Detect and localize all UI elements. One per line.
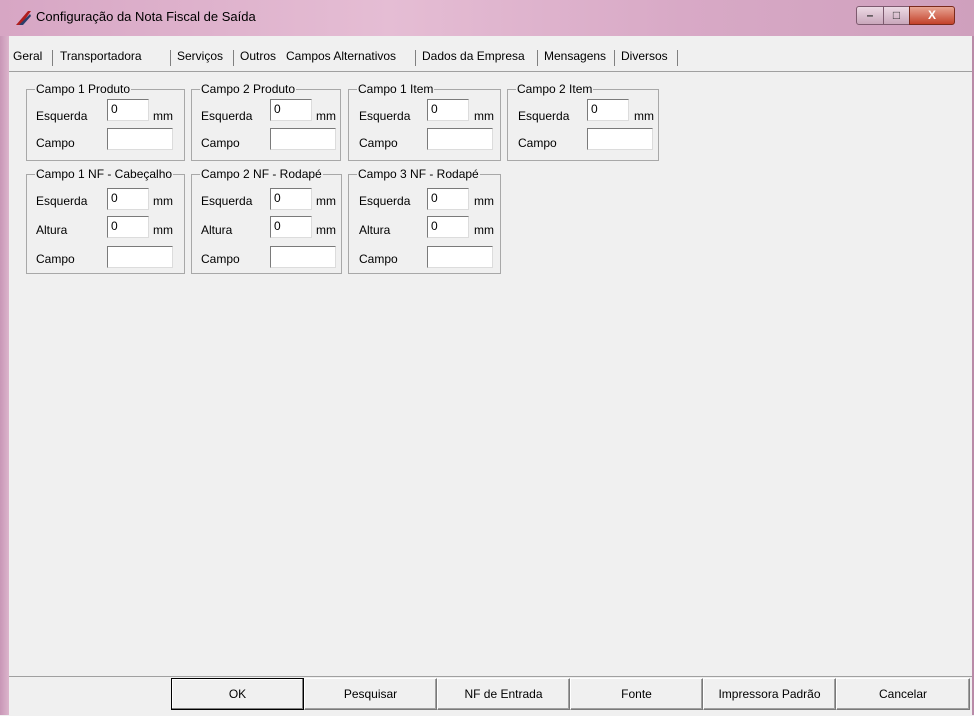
campo-input[interactable]: [427, 128, 493, 150]
label-campo: Campo: [518, 136, 557, 150]
tab-panel: [9, 71, 972, 676]
title-bar: Configuração da Nota Fiscal de Saída – □…: [0, 0, 974, 36]
campo-input[interactable]: [107, 246, 173, 268]
campo-input[interactable]: [587, 128, 653, 150]
group-title: Campo 2 NF - Rodapé: [200, 167, 323, 181]
label-esquerda: Esquerda: [359, 194, 411, 208]
tab-separator: [415, 50, 416, 66]
label-campo: Campo: [201, 252, 240, 266]
label-altura: Altura: [359, 223, 391, 237]
impressora-padrao-button[interactable]: Impressora Padrão: [703, 678, 836, 710]
maximize-icon: □: [892, 8, 901, 22]
label-campo: Campo: [201, 136, 240, 150]
close-icon: X: [927, 8, 936, 22]
label-esquerda: Esquerda: [36, 109, 88, 123]
minimize-icon: –: [866, 8, 874, 22]
label-esquerda: Esquerda: [201, 109, 253, 123]
group-campo2-produto: Campo 2 Produto Esquerda 0 mm Campo: [191, 82, 341, 161]
pesquisar-button[interactable]: Pesquisar: [304, 678, 437, 710]
tab-transportadora[interactable]: Transportadora: [60, 49, 142, 67]
tab-separator: [614, 50, 615, 66]
tab-mensagens[interactable]: Mensagens: [544, 49, 606, 67]
label-esquerda: Esquerda: [36, 194, 88, 208]
campo-input[interactable]: [107, 128, 173, 150]
esquerda-input[interactable]: 0: [587, 99, 629, 121]
esquerda-input[interactable]: 0: [270, 188, 312, 210]
campo-input[interactable]: [427, 246, 493, 268]
unit-mm: mm: [634, 109, 654, 123]
fonte-button[interactable]: Fonte: [570, 678, 703, 710]
close-button[interactable]: X: [909, 6, 955, 25]
minimize-button[interactable]: –: [856, 6, 884, 25]
altura-input[interactable]: 0: [270, 216, 312, 238]
label-esquerda: Esquerda: [518, 109, 570, 123]
group-title: Campo 1 Item: [357, 82, 435, 96]
label-campo: Campo: [36, 252, 75, 266]
label-campo: Campo: [36, 136, 75, 150]
window-left-border: [0, 36, 9, 715]
label-campo: Campo: [359, 252, 398, 266]
group-campo3-nf-rodape: Campo 3 NF - Rodapé Esquerda 0 mm Altura…: [348, 167, 501, 274]
esquerda-input[interactable]: 0: [427, 188, 469, 210]
esquerda-input[interactable]: 0: [107, 188, 149, 210]
tab-separator: [233, 50, 234, 66]
tab-campos-alternativos[interactable]: Campos Alternativos: [286, 49, 396, 67]
unit-mm: mm: [474, 194, 494, 208]
unit-mm: mm: [474, 109, 494, 123]
group-campo2-nf-rodape: Campo 2 NF - Rodapé Esquerda 0 mm Altura…: [191, 167, 342, 274]
tab-servicos[interactable]: Serviços: [177, 49, 223, 67]
group-campo2-item: Campo 2 Item Esquerda 0 mm Campo: [507, 82, 659, 161]
group-title: Campo 2 Produto: [200, 82, 297, 96]
tab-separator: [170, 50, 171, 66]
tab-strip: Geral Transportadora Serviços Outros Cam…: [9, 36, 972, 70]
altura-input[interactable]: 0: [427, 216, 469, 238]
esquerda-input[interactable]: 0: [107, 99, 149, 121]
nf-de-entrada-button[interactable]: NF de Entrada: [437, 678, 570, 710]
tab-separator: [537, 50, 538, 66]
group-campo1-produto: Campo 1 Produto Esquerda 0 mm Campo: [26, 82, 185, 161]
window-title: Configuração da Nota Fiscal de Saída: [36, 9, 256, 24]
unit-mm: mm: [153, 223, 173, 237]
tab-geral[interactable]: Geral: [13, 49, 42, 67]
campo-input[interactable]: [270, 246, 336, 268]
label-esquerda: Esquerda: [201, 194, 253, 208]
unit-mm: mm: [316, 194, 336, 208]
tab-dados-da-empresa[interactable]: Dados da Empresa: [422, 49, 525, 67]
app-logo-icon: [16, 11, 31, 25]
unit-mm: mm: [316, 109, 336, 123]
cancelar-button[interactable]: Cancelar: [836, 678, 970, 710]
group-campo1-nf-cabecalho: Campo 1 NF - Cabeçalho Esquerda 0 mm Alt…: [26, 167, 185, 274]
altura-input[interactable]: 0: [107, 216, 149, 238]
maximize-button[interactable]: □: [883, 6, 910, 25]
label-campo: Campo: [359, 136, 398, 150]
tab-outros[interactable]: Outros: [240, 49, 276, 67]
ok-button[interactable]: OK: [171, 678, 304, 710]
unit-mm: mm: [316, 223, 336, 237]
tab-separator: [52, 50, 53, 66]
unit-mm: mm: [153, 194, 173, 208]
group-title: Campo 1 NF - Cabeçalho: [35, 167, 174, 181]
group-campo1-item: Campo 1 Item Esquerda 0 mm Campo: [348, 82, 501, 161]
label-altura: Altura: [36, 223, 68, 237]
campo-input[interactable]: [270, 128, 336, 150]
unit-mm: mm: [474, 223, 494, 237]
group-title: Campo 2 Item: [516, 82, 594, 96]
esquerda-input[interactable]: 0: [270, 99, 312, 121]
label-esquerda: Esquerda: [359, 109, 411, 123]
label-altura: Altura: [201, 223, 233, 237]
esquerda-input[interactable]: 0: [427, 99, 469, 121]
group-title: Campo 1 Produto: [35, 82, 132, 96]
tab-separator: [677, 50, 678, 66]
group-title: Campo 3 NF - Rodapé: [357, 167, 480, 181]
tab-diversos[interactable]: Diversos: [621, 49, 668, 67]
unit-mm: mm: [153, 109, 173, 123]
